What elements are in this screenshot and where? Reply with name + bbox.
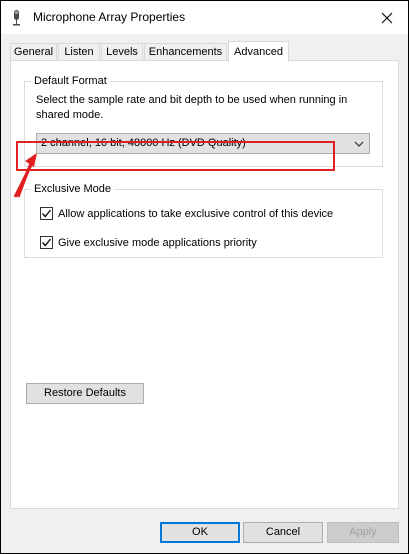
default-format-legend: Default Format <box>34 75 107 87</box>
allow-exclusive-control-option[interactable]: Allow applications to take exclusive con… <box>40 206 333 221</box>
sample-rate-dropdown[interactable]: 2 channel, 16 bit, 48000 Hz (DVD Quality… <box>36 133 370 154</box>
microphone-icon <box>11 9 23 27</box>
default-format-group: Default Format Select the sample rate an… <box>24 75 383 167</box>
exclusive-priority-option[interactable]: Give exclusive mode applications priorit… <box>40 235 257 250</box>
tab-levels[interactable]: Levels <box>101 43 143 60</box>
apply-button[interactable]: Apply <box>327 522 399 543</box>
exclusive-mode-group: Exclusive Mode Allow applications to tak… <box>24 183 383 258</box>
title-bar: Microphone Array Properties <box>1 1 408 34</box>
checkmark-icon <box>41 209 52 218</box>
allow-exclusive-control-checkbox[interactable] <box>40 207 53 220</box>
tab-advanced[interactable]: Advanced <box>228 41 289 62</box>
tab-enhancements[interactable]: Enhancements <box>144 43 227 60</box>
close-icon <box>381 12 393 23</box>
advanced-tab-panel: Default Format Select the sample rate an… <box>10 60 399 509</box>
restore-defaults-button[interactable]: Restore Defaults <box>26 383 144 404</box>
properties-dialog: Microphone Array Properties General List… <box>0 0 409 554</box>
close-button[interactable] <box>366 1 408 34</box>
checkmark-icon <box>41 238 52 247</box>
tab-general[interactable]: General <box>10 43 57 60</box>
ok-button[interactable]: OK <box>160 522 240 543</box>
sample-rate-selected-value: 2 channel, 16 bit, 48000 Hz (DVD Quality… <box>41 137 246 149</box>
tab-strip: General Listen Levels Enhancements Advan… <box>10 41 400 62</box>
cancel-button[interactable]: Cancel <box>243 522 323 543</box>
chevron-down-icon <box>354 141 364 147</box>
exclusive-priority-checkbox[interactable] <box>40 236 53 249</box>
allow-exclusive-control-label: Allow applications to take exclusive con… <box>58 207 334 220</box>
exclusive-mode-legend: Exclusive Mode <box>34 183 112 195</box>
tab-listen[interactable]: Listen <box>58 43 100 60</box>
exclusive-priority-label: Give exclusive mode applications priorit… <box>58 236 257 249</box>
default-format-description: Select the sample rate and bit depth to … <box>36 94 348 121</box>
window-title: Microphone Array Properties <box>33 10 186 24</box>
